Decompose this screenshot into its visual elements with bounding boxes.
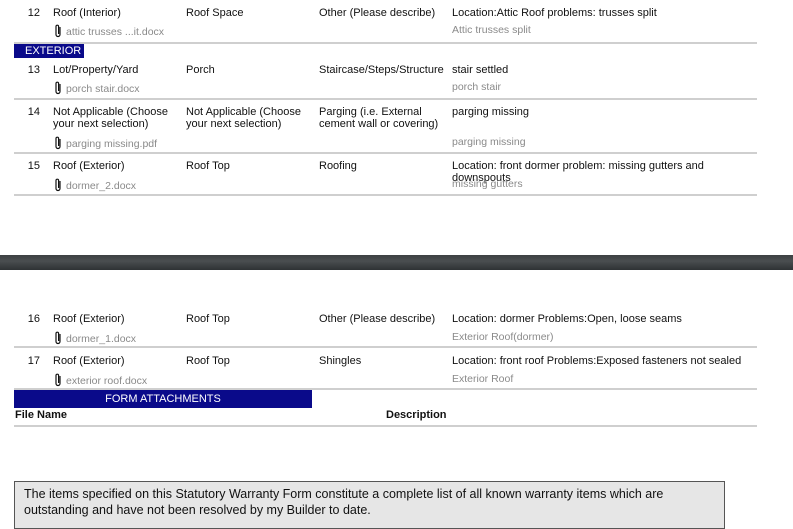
row-number: 12 bbox=[27, 7, 40, 19]
attachment-description: porch stair bbox=[452, 81, 502, 93]
item-detail: stair settled bbox=[452, 64, 509, 76]
attachment-filename: parging missing.pdf bbox=[66, 138, 158, 150]
item-detail: parging missing bbox=[452, 106, 530, 118]
divider bbox=[14, 425, 757, 427]
item-location: Not Applicable (Choose your next selecti… bbox=[186, 106, 301, 130]
row-number: 13 bbox=[27, 64, 40, 76]
attachment-description: Exterior Roof(dormer) bbox=[452, 331, 554, 343]
section-header-form-attachments: FORM ATTACHMENTS bbox=[14, 390, 312, 408]
row-number: 17 bbox=[27, 355, 40, 367]
item-location: Roof Top bbox=[186, 355, 230, 367]
item-location: Roof Space bbox=[186, 7, 244, 19]
page-top: 12 Roof (Interior) Roof Space Other (Ple… bbox=[0, 0, 793, 255]
row-number: 15 bbox=[27, 160, 40, 172]
attachment-link[interactable]: porch stair.docx bbox=[53, 81, 140, 95]
attachment-link[interactable]: dormer_2.docx bbox=[53, 178, 136, 192]
item-type: Lot/Property/Yard bbox=[53, 64, 139, 76]
page-bottom: 16 Roof (Exterior) Roof Top Other (Pleas… bbox=[0, 270, 793, 529]
item-type: Roof (Exterior) bbox=[53, 313, 125, 325]
row-number: 14 bbox=[27, 106, 40, 118]
item-category: Staircase/Steps/Structure bbox=[319, 64, 444, 76]
attachment-link[interactable]: exterior roof.docx bbox=[53, 373, 147, 387]
attachment-description: parging missing bbox=[452, 136, 526, 148]
attachment-description: Attic trusses split bbox=[452, 24, 531, 36]
item-detail: Location:Attic Roof problems: trusses sp… bbox=[452, 7, 657, 19]
table-row: 16 Roof (Exterior) Roof Top Other (Pleas… bbox=[14, 306, 757, 348]
item-location: Roof Top bbox=[186, 313, 230, 325]
item-type: Roof (Interior) bbox=[53, 7, 121, 19]
table-row: 15 Roof (Exterior) Roof Top Roofing Loca… bbox=[14, 154, 757, 196]
column-header-file-name: File Name bbox=[15, 409, 67, 421]
attachment-link[interactable]: dormer_1.docx bbox=[53, 331, 136, 345]
table-row: 13 Lot/Property/Yard Porch Staircase/Ste… bbox=[14, 60, 757, 100]
paperclip-icon bbox=[53, 136, 64, 150]
item-category: Shingles bbox=[319, 355, 362, 367]
attachment-filename: attic trusses ...it.docx bbox=[66, 26, 165, 38]
item-category: Parging (i.e. External cement wall or co… bbox=[319, 106, 439, 130]
attachment-link[interactable]: attic trusses ...it.docx bbox=[53, 24, 164, 38]
item-location: Roof Top bbox=[186, 160, 230, 172]
section-header-exterior: EXTERIOR bbox=[14, 44, 84, 58]
item-category: Other (Please describe) bbox=[319, 313, 436, 325]
attachment-filename: porch stair.docx bbox=[66, 83, 140, 95]
paperclip-icon bbox=[53, 373, 64, 387]
attachment-description: Exterior Roof bbox=[452, 373, 514, 385]
item-category: Roofing bbox=[319, 160, 357, 172]
warranty-notice: The items specified on this Statutory Wa… bbox=[14, 481, 725, 529]
attachment-description: missing gutters bbox=[452, 178, 523, 190]
column-header-description: Description bbox=[386, 409, 447, 421]
attachment-link[interactable]: parging missing.pdf bbox=[53, 136, 157, 150]
paperclip-icon bbox=[53, 331, 64, 345]
paperclip-icon bbox=[53, 178, 64, 192]
item-detail: Location: dormer Problems:Open, loose se… bbox=[452, 313, 682, 325]
table-row: 12 Roof (Interior) Roof Space Other (Ple… bbox=[14, 0, 757, 44]
row-number: 16 bbox=[27, 313, 40, 325]
item-type: Roof (Exterior) bbox=[53, 160, 125, 172]
attachment-filename: exterior roof.docx bbox=[66, 375, 148, 387]
item-type: Not Applicable (Choose your next selecti… bbox=[53, 106, 168, 130]
table-row: 14 Not Applicable (Choose your next sele… bbox=[14, 100, 757, 154]
item-category: Other (Please describe) bbox=[319, 7, 436, 19]
paperclip-icon bbox=[53, 24, 64, 38]
table-row: 17 Roof (Exterior) Roof Top Shingles Loc… bbox=[14, 348, 757, 390]
page-separator bbox=[0, 255, 793, 270]
item-location: Porch bbox=[186, 64, 215, 76]
item-type: Roof (Exterior) bbox=[53, 355, 125, 367]
paperclip-icon bbox=[53, 81, 64, 95]
attachment-filename: dormer_1.docx bbox=[66, 333, 137, 345]
item-detail: Location: front roof Problems:Exposed fa… bbox=[452, 355, 742, 367]
attachment-filename: dormer_2.docx bbox=[66, 180, 137, 192]
